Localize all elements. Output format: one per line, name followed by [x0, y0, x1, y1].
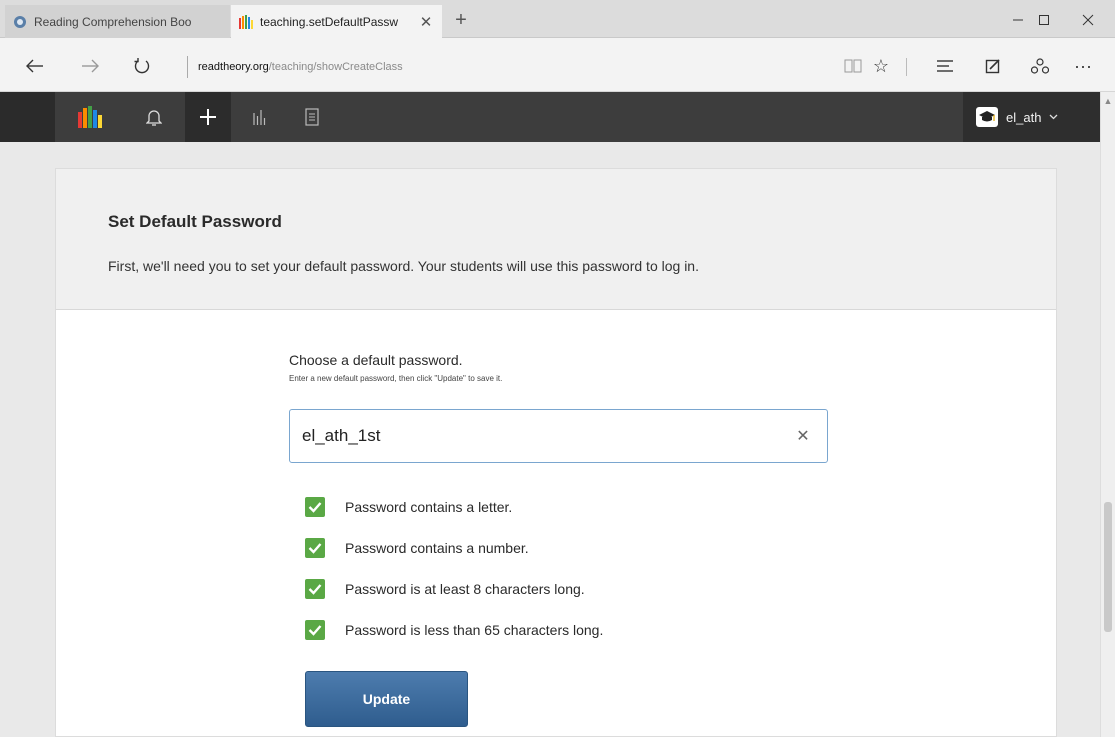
reading-view-icon[interactable]: [838, 52, 868, 80]
web-note-icon[interactable]: [978, 52, 1008, 80]
checkmark-icon: [305, 496, 325, 517]
forward-arrow-icon[interactable]: [75, 51, 105, 81]
add-icon[interactable]: [185, 92, 231, 142]
back-arrow-icon[interactable]: [20, 51, 50, 81]
new-tab-button[interactable]: +: [448, 9, 474, 31]
requirement-item: Password is less than 65 characters long…: [305, 609, 603, 650]
checkmark-icon: [305, 619, 325, 640]
hub-icon[interactable]: [930, 52, 960, 80]
checkmark-icon: [305, 537, 325, 558]
url-path: /teaching/showCreateClass: [268, 61, 403, 73]
close-tab-icon[interactable]: ✕: [418, 13, 434, 31]
toolbar-divider: [906, 58, 907, 76]
page-title: Set Default Password: [108, 212, 282, 231]
graduation-cap-icon: [976, 107, 998, 127]
more-options-icon[interactable]: ···: [1068, 52, 1098, 80]
readtheory-logo-icon: [239, 14, 253, 29]
user-menu[interactable]: el_ath: [963, 92, 1112, 142]
address-toolbar: readtheory.org/teaching/showCreateClass …: [0, 38, 1115, 92]
scroll-up-arrow-icon[interactable]: ▲: [1101, 94, 1115, 108]
site-navbar: el_ath: [0, 92, 1112, 142]
url-field[interactable]: readtheory.org/teaching/showCreateClass: [187, 56, 403, 78]
clear-input-icon[interactable]: ✕: [793, 426, 813, 446]
close-window-icon[interactable]: [1068, 8, 1108, 32]
password-requirements: Password contains a letter. Password con…: [305, 486, 603, 650]
password-hint: Enter a new default password, then click…: [289, 374, 503, 383]
scroll-thumb[interactable]: [1104, 502, 1112, 632]
tab-title: Reading Comprehension Boo: [34, 14, 192, 29]
requirement-text: Password contains a letter.: [345, 498, 513, 515]
chevron-down-icon: [1049, 112, 1058, 123]
bar-chart-icon[interactable]: [237, 92, 283, 142]
site-favicon-icon: [13, 15, 27, 29]
browser-tab-set-default-password[interactable]: teaching.setDefaultPassw ✕: [231, 5, 442, 38]
password-input[interactable]: [302, 410, 782, 462]
card-header: Set Default Password First, we'll need y…: [56, 169, 1056, 310]
document-icon[interactable]: [289, 92, 335, 142]
maximize-icon[interactable]: [1024, 8, 1064, 32]
page-subtitle: First, we'll need you to set your defaul…: [108, 258, 699, 274]
browser-tab-strip: Reading Comprehension Boo teaching.setDe…: [0, 0, 1115, 38]
bell-icon[interactable]: [131, 92, 177, 142]
readtheory-logo-icon[interactable]: [67, 92, 113, 142]
user-name: el_ath: [1006, 109, 1042, 125]
update-button[interactable]: Update: [305, 671, 468, 727]
checkmark-icon: [305, 578, 325, 599]
requirement-item: Password is at least 8 characters long.: [305, 568, 603, 609]
requirement-text: Password is at least 8 characters long.: [345, 580, 585, 597]
requirement-item: Password contains a number.: [305, 527, 603, 568]
set-password-card: Set Default Password First, we'll need y…: [55, 168, 1057, 737]
favorite-star-icon[interactable]: ☆: [866, 52, 896, 80]
site-navbar-inner: el_ath: [55, 92, 1112, 142]
requirement-item: Password contains a letter.: [305, 486, 603, 527]
password-label: Choose a default password.: [289, 352, 463, 368]
refresh-icon[interactable]: [127, 51, 157, 81]
password-field[interactable]: ✕: [289, 409, 828, 463]
browser-tab-reading-comprehension[interactable]: Reading Comprehension Boo: [5, 5, 230, 38]
share-icon[interactable]: [1025, 52, 1055, 80]
tab-title: teaching.setDefaultPassw: [260, 14, 399, 29]
requirement-text: Password is less than 65 characters long…: [345, 621, 604, 638]
url-domain: readtheory.org: [198, 61, 269, 73]
page-scrollbar[interactable]: ▲: [1100, 92, 1115, 737]
requirement-text: Password contains a number.: [345, 539, 529, 556]
